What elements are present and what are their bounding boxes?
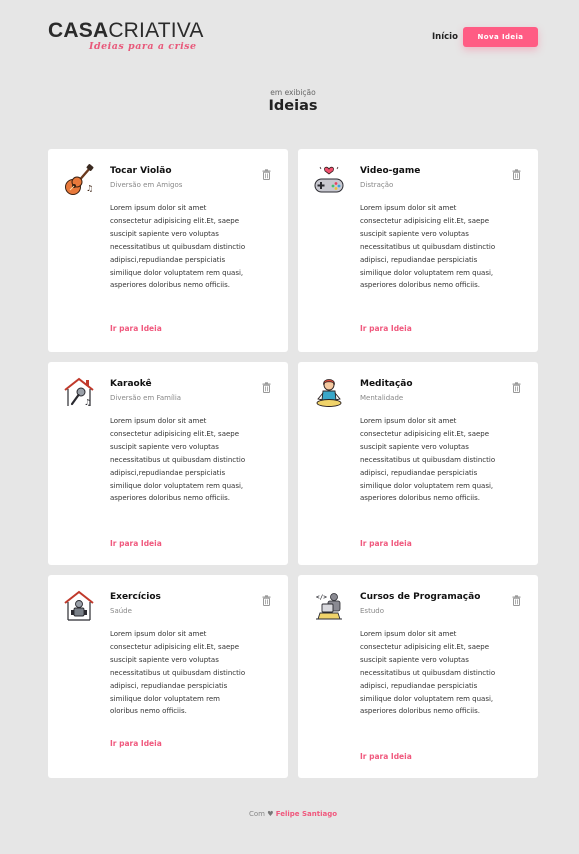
- trash-icon[interactable]: [512, 169, 521, 180]
- guitar-icon: ♫: [65, 164, 94, 195]
- idea-card: ♫ Karaokê Diversão em Família Lorem ipsu…: [48, 362, 288, 565]
- programming-icon: </>: [316, 593, 342, 620]
- card-description: Lorem ipsum dolor sit amet consectetur a…: [110, 630, 246, 716]
- card-category: Estudo: [360, 607, 384, 615]
- card-title: Karaokê: [110, 379, 152, 389]
- card-title: Meditação: [360, 379, 413, 389]
- idea-card: Video-game Distração Lorem ipsum dolor s…: [298, 149, 538, 352]
- karaoke-icon: ♫: [64, 377, 94, 407]
- go-to-idea-link[interactable]: Ir para Ideia: [360, 539, 412, 548]
- page-title: Ideias: [268, 98, 318, 114]
- card-title: Video-game: [360, 166, 421, 176]
- go-to-idea-link[interactable]: Ir para Ideia: [360, 752, 412, 761]
- card-title: Cursos de Programação: [360, 592, 481, 602]
- card-category: Diversão em Família: [110, 394, 182, 402]
- trash-icon[interactable]: [262, 382, 271, 393]
- card-category: Saúde: [110, 607, 132, 615]
- footer-prefix: Com: [248, 810, 265, 818]
- logo-wordmark: CASACRIATIVA: [48, 19, 204, 42]
- idea-card: ♫ Tocar Violão Diversão em Amigos Lorem …: [48, 149, 288, 352]
- go-to-idea-link[interactable]: Ir para Ideia: [110, 739, 162, 748]
- svg-text:♫: ♫: [84, 398, 91, 407]
- idea-card: </> Cursos de Programação Estudo Lorem i…: [298, 575, 538, 778]
- go-to-idea-link[interactable]: Ir para Ideia: [110, 324, 162, 333]
- page-subtitle: em exibição: [270, 88, 316, 97]
- trash-icon[interactable]: [512, 382, 521, 393]
- go-to-idea-link[interactable]: Ir para Ideia: [110, 539, 162, 548]
- new-idea-button[interactable]: Nova Ideia: [463, 27, 538, 47]
- logo-tagline: Ideias para a crise: [89, 41, 197, 52]
- trash-icon[interactable]: [512, 595, 521, 606]
- idea-card: Meditação Mentalidade Lorem ipsum dolor …: [298, 362, 538, 565]
- card-category: Diversão em Amigos: [110, 181, 183, 189]
- trash-icon[interactable]: [262, 169, 271, 180]
- svg-text:</>: </>: [316, 594, 327, 601]
- card-title: Exercícios: [110, 592, 161, 602]
- card-category: Mentalidade: [360, 394, 404, 402]
- card-description: Lorem ipsum dolor sit amet consectetur a…: [110, 417, 246, 503]
- card-category: Distração: [360, 181, 394, 189]
- nav-link-home[interactable]: Início: [432, 32, 458, 42]
- site-header: CASACRIATIVA Ideias para a crise Início …: [0, 0, 579, 70]
- card-title: Tocar Violão: [110, 166, 172, 176]
- card-description: Lorem ipsum dolor sit amet consectetur a…: [360, 417, 496, 503]
- gamepad-icon: [314, 166, 344, 193]
- site-footer: Com ♥ Felipe Santiago: [0, 810, 579, 818]
- card-description: Lorem ipsum dolor sit amet consectetur a…: [360, 204, 496, 290]
- card-description: Lorem ipsum dolor sit amet consectetur a…: [360, 630, 496, 716]
- heart-icon: ♥: [267, 810, 274, 818]
- idea-card: Exercícios Saúde Lorem ipsum dolor sit a…: [48, 575, 288, 778]
- svg-text:♫: ♫: [86, 184, 93, 193]
- trash-icon[interactable]: [262, 595, 271, 606]
- go-to-idea-link[interactable]: Ir para Ideia: [360, 324, 412, 333]
- author-link[interactable]: Felipe Santiago: [276, 810, 337, 818]
- card-description: Lorem ipsum dolor sit amet consectetur a…: [110, 204, 246, 290]
- logo[interactable]: CASACRIATIVA Ideias para a crise: [48, 19, 204, 53]
- meditation-icon: [316, 379, 342, 407]
- exercise-icon: [64, 590, 94, 621]
